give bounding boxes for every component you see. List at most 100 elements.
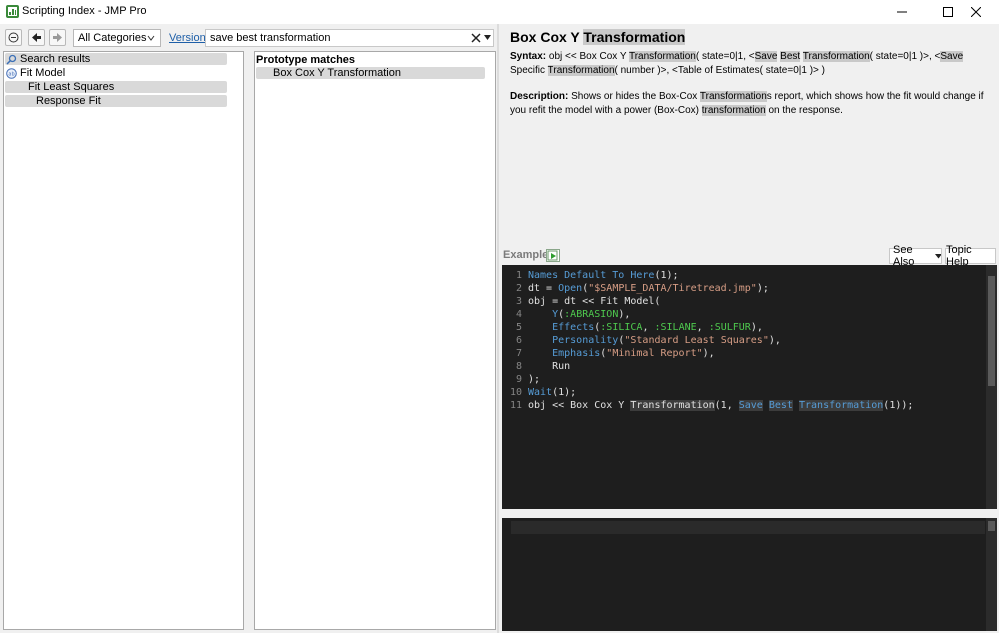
- code-token: Transformation: [630, 400, 715, 411]
- line-number: 5: [515, 322, 522, 333]
- code-token: "Standard Least Squares": [624, 335, 769, 346]
- code-scrollbar-thumb[interactable]: [988, 276, 995, 386]
- highlight-term: Transformation: [699, 91, 767, 102]
- description-label: Description:: [510, 91, 569, 102]
- tree-item-label: Response Fit: [36, 95, 101, 107]
- code-token: Save: [738, 400, 763, 411]
- example-code-editor[interactable]: 1 Names Default To Here(1); 2 dt = Open("$S…: [502, 265, 997, 509]
- tree-item-label: Fit Model: [20, 67, 66, 79]
- highlight-term: transformation: [701, 105, 766, 116]
- code-token: Personality: [552, 335, 619, 346]
- code-token: :SULFUR: [708, 322, 751, 333]
- code-token: );: [528, 374, 541, 385]
- code-token: dt =: [528, 283, 559, 294]
- code-token: ),: [618, 309, 631, 320]
- collapse-button[interactable]: [5, 29, 22, 46]
- syntax-text: Syntax: obj << Box Cox Y Transformation(…: [510, 50, 990, 78]
- window-title: Scripting Index - JMP Pro: [22, 5, 147, 17]
- code-token: (1));: [883, 400, 914, 411]
- code-token: Best: [768, 400, 793, 411]
- highlight-term: Save: [940, 51, 964, 62]
- syntax-label: Syntax:: [510, 51, 547, 62]
- title-bar: [0, 0, 999, 24]
- log-scrollbar[interactable]: [986, 518, 997, 631]
- line-number: 1: [515, 270, 522, 281]
- code-token: (1);: [552, 387, 577, 398]
- close-icon: [971, 7, 981, 17]
- text-run: ( state=0|1, <: [695, 51, 755, 62]
- see-also-dropdown[interactable]: See Also: [889, 244, 942, 268]
- code-line: 11 obj << Box Cox Y Transformation(1, Sav…: [502, 399, 913, 412]
- search-options-dropdown-icon[interactable]: [484, 35, 491, 41]
- code-token: obj = dt << Fit Model(: [528, 296, 661, 307]
- forward-button[interactable]: [49, 29, 66, 46]
- code-line: 1 Names Default To Here(1);: [502, 269, 679, 282]
- clear-icon[interactable]: [471, 33, 481, 43]
- code-token: ,: [696, 322, 709, 333]
- prototype-matches-pane: [254, 51, 496, 630]
- text-run: ( state=0|1 )>, <: [869, 51, 941, 62]
- text-run: Specific: [510, 65, 548, 76]
- tree-item-search-results[interactable]: Search results: [5, 53, 227, 65]
- version-link[interactable]: Version: [169, 32, 206, 44]
- tree-item-label: Fit Least Squares: [28, 81, 115, 93]
- pane-splitter[interactable]: [245, 51, 253, 630]
- code-token: "Minimal Report": [606, 348, 703, 359]
- code-token: :ABRASION: [564, 309, 619, 320]
- highlight-term: ransformation: [553, 65, 615, 76]
- run-script-button[interactable]: [546, 249, 560, 262]
- code-line: 2 dt = Open("$SAMPLE_DATA/Tiretread.jmp")…: [502, 282, 769, 295]
- code-token: :SILICA: [600, 322, 643, 333]
- line-number: 4: [515, 309, 522, 320]
- code-token: (1,: [714, 400, 739, 411]
- topic-help-button[interactable]: Topic Help: [945, 244, 996, 268]
- line-number: 6: [515, 335, 522, 346]
- code-line: 4 Y(:ABRASION),: [502, 308, 630, 321]
- heading-highlight: Transformation: [583, 29, 686, 45]
- line-number: 3: [515, 296, 522, 307]
- log-output[interactable]: [502, 518, 997, 631]
- search-input[interactable]: save best transformation: [205, 29, 494, 47]
- close-window-button[interactable]: [953, 0, 999, 24]
- tree-item-label: Search results: [20, 53, 91, 65]
- code-line: 6 Personality("Standard Least Squares"),: [502, 334, 781, 347]
- code-token: obj << Box Cox Y: [528, 400, 631, 411]
- run-icon: [547, 250, 558, 261]
- line-number: 10: [509, 387, 522, 398]
- back-button[interactable]: [28, 29, 45, 46]
- heading-prefix: Box Cox Y: [510, 29, 580, 45]
- code-token: Transformation: [799, 400, 884, 411]
- code-line: 9);: [502, 373, 540, 386]
- syntax-body: obj << Box Cox Y Transformation( state=0…: [510, 51, 964, 76]
- log-scrollbar-thumb[interactable]: [988, 521, 995, 531]
- match-item-box-cox[interactable]: Box Cox Y Transformation: [256, 67, 485, 79]
- tree-item-response-fit[interactable]: Response Fit: [5, 95, 227, 107]
- tree-item-fit-least-squares[interactable]: Fit Least Squares: [5, 81, 227, 93]
- prototype-matches-header: Prototype matches: [256, 54, 356, 66]
- tree-item-fit-model[interactable]: ab Fit Model: [5, 67, 227, 79]
- code-token: Emphasis: [552, 348, 601, 359]
- minimize-button[interactable]: [879, 0, 925, 24]
- example-label: Example: [503, 249, 549, 261]
- text-run: on the response.: [765, 105, 843, 116]
- jmp-scripting-index-icon: [6, 5, 19, 18]
- code-token: (1);: [654, 270, 679, 281]
- code-token: Wait: [528, 387, 553, 398]
- text-run: Shows or hides the Box-Cox: [571, 91, 700, 102]
- highlight-term: Transformation: [802, 51, 870, 62]
- back-arrow-icon: [32, 33, 41, 42]
- text-run: ( number )>, <Table of Estimates( state=…: [614, 65, 825, 76]
- search-icon: [6, 54, 17, 65]
- code-line: 7 Emphasis("Minimal Report"),: [502, 347, 715, 360]
- description-body: Shows or hides the Box-Cox Transformatio…: [510, 91, 984, 116]
- minimize-icon: [897, 11, 907, 13]
- maximize-icon: [943, 7, 953, 17]
- search-value: save best transformation: [210, 32, 331, 44]
- fit-model-icon: ab: [6, 67, 17, 79]
- category-dropdown[interactable]: All Categories: [73, 29, 161, 47]
- highlight-term: Best: [780, 51, 801, 62]
